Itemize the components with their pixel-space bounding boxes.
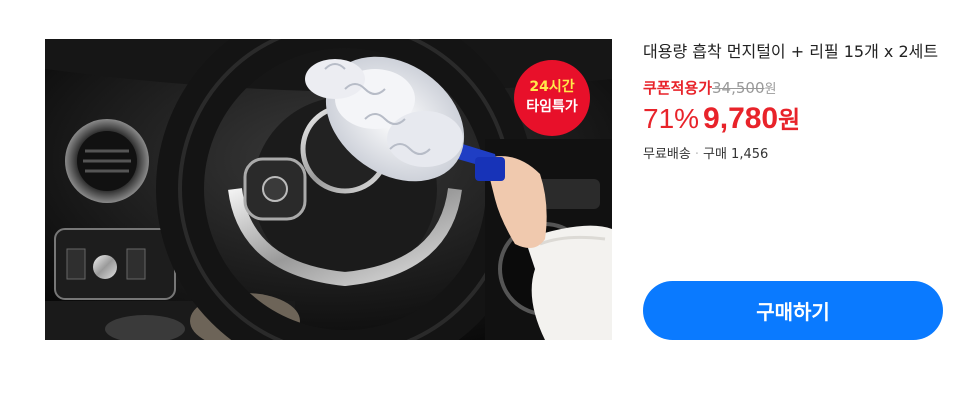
coupon-label: 쿠폰적용가 bbox=[643, 79, 713, 97]
time-deal-badge: 24시간 타임특가 bbox=[514, 60, 590, 136]
badge-line2: 타임특가 bbox=[526, 99, 578, 115]
original-currency: 원 bbox=[764, 82, 777, 97]
sale-price-row: 71% 9,780원 bbox=[643, 99, 953, 139]
original-price: 34,500 bbox=[712, 79, 765, 97]
product-photo: 24시간 타임특가 bbox=[45, 39, 612, 340]
product-card: 24시간 타임특가 대용량 흡착 먼지털이 + 리필 15개 x 2세트 쿠폰적… bbox=[0, 0, 977, 407]
badge-line1: 24시간 bbox=[529, 78, 574, 95]
shipping-info: 무료배송 bbox=[643, 147, 691, 162]
sale-price: 9,780 bbox=[703, 102, 779, 135]
coupon-price-row: 쿠폰적용가34,500원 bbox=[643, 77, 953, 99]
separator-dot: · bbox=[694, 147, 699, 162]
product-image[interactable]: 24시간 타임특가 bbox=[45, 39, 612, 340]
product-info: 대용량 흡착 먼지털이 + 리필 15개 x 2세트 쿠폰적용가34,500원 … bbox=[643, 39, 953, 165]
sale-currency: 원 bbox=[778, 106, 801, 134]
meta-row: 무료배송 · 구매 1,456 bbox=[643, 145, 953, 165]
buy-button[interactable]: 구매하기 bbox=[643, 281, 943, 340]
purchase-count: 1,456 bbox=[731, 147, 769, 162]
purchase-label: 구매 bbox=[702, 147, 727, 162]
discount-rate: 71% bbox=[643, 103, 700, 134]
product-title[interactable]: 대용량 흡착 먼지털이 + 리필 15개 x 2세트 bbox=[643, 39, 953, 65]
